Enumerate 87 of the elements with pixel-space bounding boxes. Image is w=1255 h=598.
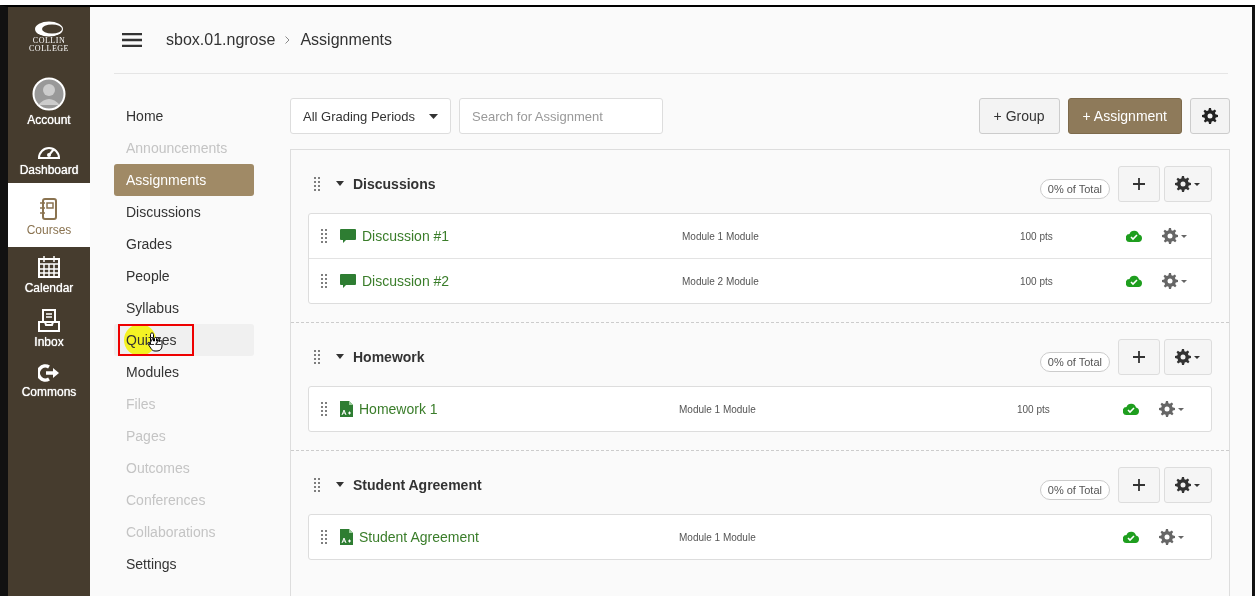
global-nav-item[interactable]: Calendar <box>8 247 90 301</box>
course-nav-link[interactable]: Syllabus <box>114 292 254 324</box>
assignment-link[interactable]: Discussion #2 <box>362 273 682 289</box>
course-nav-link[interactable]: Home <box>114 100 254 132</box>
settings-icon <box>1175 349 1201 365</box>
caret-icon <box>429 113 438 119</box>
search-field[interactable]: Search for Assignment <box>459 98 663 134</box>
settings-icon <box>1175 176 1201 192</box>
speech-bubble-icon <box>340 228 356 244</box>
settings-icon[interactable] <box>1159 401 1185 417</box>
avatar-icon <box>32 77 66 111</box>
drag-handle-icon[interactable] <box>321 530 327 544</box>
module-label: Module 2 Module <box>682 275 760 287</box>
breadcrumb-link[interactable]: sbox.01.ngrose <box>166 31 276 49</box>
calendar-icon <box>37 255 61 279</box>
points-label: 100 pts <box>1017 403 1050 415</box>
drag-handle-icon[interactable] <box>321 274 327 288</box>
drag-handle-icon[interactable] <box>314 478 320 492</box>
collapse-caret-icon[interactable] <box>336 354 344 360</box>
assignment-row[interactable]: Homework 1 Module 1 Module 100 pts <box>309 387 1211 431</box>
exit-arrow-icon <box>38 363 60 383</box>
course-nav-link[interactable]: Modules <box>114 356 254 388</box>
college-logo[interactable]: COLLIN COLLEGE <box>8 7 90 63</box>
assignment-link[interactable]: Discussion #1 <box>362 228 682 244</box>
add-item-button[interactable] <box>1118 467 1160 503</box>
published-cloud-icon[interactable] <box>1126 275 1142 287</box>
collapse-caret-icon[interactable] <box>336 482 344 488</box>
document-icon <box>340 401 353 417</box>
group-settings-button[interactable] <box>1164 467 1212 503</box>
add-item-button[interactable] <box>1118 166 1160 202</box>
settings-icon[interactable] <box>1162 273 1188 289</box>
speech-bubble-icon <box>340 273 356 289</box>
plus-icon <box>1133 178 1145 190</box>
global-nav-item[interactable]: Account <box>8 63 90 133</box>
assignment-row[interactable]: Student Agreement Module 1 Module <box>309 515 1211 559</box>
settings-icon[interactable] <box>1162 228 1188 244</box>
group-settings-button[interactable] <box>1164 166 1212 202</box>
global-nav-item[interactable]: Dashboard <box>8 133 90 183</box>
assignment-row[interactable]: Discussion #1 Module 1 Module 100 pts <box>309 214 1211 258</box>
published-cloud-icon[interactable] <box>1123 531 1139 543</box>
assignment-link[interactable]: Student Agreement <box>359 529 679 545</box>
drag-handle-icon[interactable] <box>314 350 320 364</box>
global-nav-item[interactable]: Commons <box>8 355 90 405</box>
add-item-button[interactable] <box>1118 339 1160 375</box>
assignment-link[interactable]: Homework 1 <box>359 401 679 417</box>
course-nav-link[interactable]: Discussions <box>114 196 254 228</box>
group-title: Discussions <box>353 176 436 192</box>
group-title: Student Agreement <box>353 477 482 493</box>
published-cloud-icon[interactable] <box>1126 230 1142 242</box>
chevron-icon <box>285 36 291 44</box>
settings-icon <box>1175 477 1201 493</box>
module-label: Module 1 Module <box>682 230 760 242</box>
inbox-icon <box>37 309 61 333</box>
group-settings-button[interactable] <box>1164 339 1212 375</box>
points-label: 100 pts <box>1020 230 1053 242</box>
course-nav-link[interactable]: People <box>114 260 254 292</box>
notebook-icon <box>39 197 59 221</box>
module-label: Module 1 Module <box>679 403 757 415</box>
settings-icon[interactable] <box>1159 529 1185 545</box>
module-label: Module 1 Module <box>679 531 757 543</box>
weight-badge: 0% of Total <box>1039 480 1110 500</box>
assignment-row[interactable]: Discussion #2 Module 2 Module 100 pts <box>309 258 1211 303</box>
add-group-button[interactable]: + Group <box>978 98 1060 134</box>
logo-icon <box>34 21 64 37</box>
plus-icon <box>1133 479 1145 491</box>
settings-button[interactable] <box>1190 98 1230 134</box>
menu-icon[interactable] <box>122 33 142 47</box>
group-title: Homework <box>353 349 425 365</box>
collapse-caret-icon[interactable] <box>336 181 344 187</box>
weight-badge: 0% of Total <box>1039 179 1110 199</box>
drag-handle-icon[interactable] <box>321 402 327 416</box>
course-nav-link[interactable]: Grades <box>114 228 254 260</box>
settings-icon <box>1202 108 1218 124</box>
global-nav-item[interactable]: Inbox <box>8 301 90 355</box>
course-nav-link[interactable]: Quizzes <box>114 324 254 356</box>
add-assignment-button[interactable]: + Assignment <box>1067 98 1182 134</box>
published-cloud-icon[interactable] <box>1123 403 1139 415</box>
plus-icon <box>1133 351 1145 363</box>
grading-period-select[interactable]: All Grading Periods <box>290 98 451 134</box>
global-nav-item[interactable]: Courses <box>8 183 90 247</box>
drag-handle-icon[interactable] <box>314 177 320 191</box>
weight-badge: 0% of Total <box>1039 352 1110 372</box>
course-nav-link[interactable]: Settings <box>114 548 254 580</box>
points-label: 100 pts <box>1020 275 1053 287</box>
breadcrumb-link[interactable]: Assignments <box>300 31 392 49</box>
drag-handle-icon[interactable] <box>321 229 327 243</box>
document-icon <box>340 529 353 545</box>
